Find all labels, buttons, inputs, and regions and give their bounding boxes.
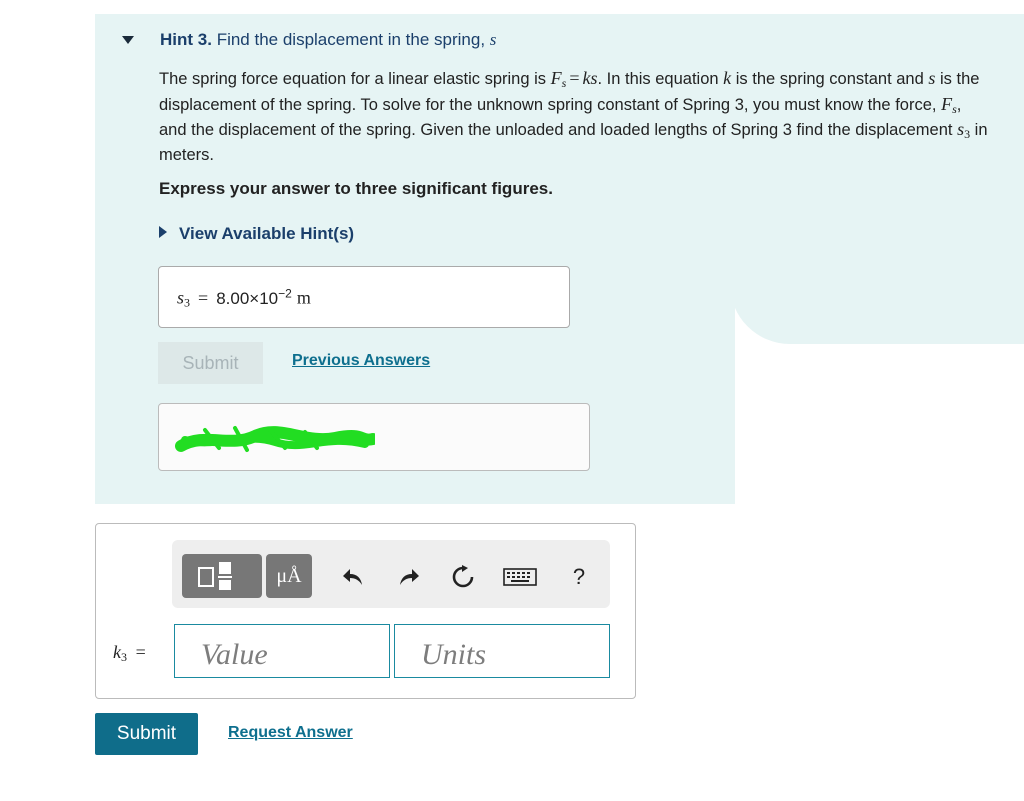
fraction-template-icon: [198, 562, 232, 590]
undo-icon[interactable]: [338, 562, 368, 592]
hint-title[interactable]: Hint 3. Find the displacement in the spr…: [160, 30, 496, 50]
var-s3: s3: [957, 119, 971, 141]
answer-expression: s3 = 8.00×10−2 m: [177, 286, 311, 311]
hint-submit-button: Submit: [158, 342, 263, 384]
answer-equals: =: [198, 287, 209, 308]
hint-body-text-3: is the spring constant and: [735, 70, 924, 88]
help-button[interactable]: ?: [564, 562, 594, 592]
view-hints-toggle[interactable]: View Available Hint(s): [159, 224, 354, 244]
expand-arrow-icon: [159, 226, 167, 238]
answer-mantissa: 8.00×10: [216, 288, 279, 308]
request-answer-link[interactable]: Request Answer: [228, 724, 353, 742]
submit-button[interactable]: Submit: [95, 713, 198, 755]
keyboard-icon[interactable]: [502, 562, 538, 592]
hint-body-text-2: . In this equation: [597, 70, 719, 88]
spring-force-equation: Fs = ks: [550, 68, 598, 90]
hint-body-text-1: The spring force equation for a linear e…: [159, 70, 547, 88]
hint-panel-extension: [730, 14, 1024, 344]
k3-subscript: 3: [121, 650, 127, 664]
previous-answer-box: s3 = 8.00×10−2 m: [158, 266, 570, 328]
collapse-caret-icon[interactable]: [122, 36, 134, 44]
answer-var-subscript: 3: [184, 295, 191, 310]
units-input[interactable]: [394, 624, 610, 678]
var-fs: Fs: [941, 93, 957, 116]
redo-icon[interactable]: [394, 562, 424, 592]
answer-var: s: [177, 287, 185, 308]
k3-label: k3 =: [113, 641, 149, 665]
feedback-box: [158, 403, 590, 471]
k3-equals: =: [135, 642, 146, 662]
math-toolbar: μÅ ?: [172, 540, 610, 608]
var-s: s: [928, 68, 936, 88]
hint-title-text: Find the displacement in the spring,: [216, 30, 486, 49]
value-input[interactable]: [174, 624, 390, 678]
answer-unit: m: [296, 287, 311, 308]
answer-value: 8.00×10−2: [216, 286, 292, 308]
var-k: k: [723, 68, 732, 88]
view-hints-label: View Available Hint(s): [179, 224, 355, 243]
hint-label: Hint 3.: [160, 30, 212, 49]
units-button[interactable]: μÅ: [266, 554, 312, 598]
answer-exponent: −2: [278, 286, 292, 300]
answer-input-panel: μÅ ? k3 =: [95, 523, 636, 699]
previous-answers-link[interactable]: Previous Answers: [292, 352, 430, 370]
redaction-scribble-stroke: [175, 426, 375, 452]
reset-icon[interactable]: [448, 562, 478, 592]
hint-title-var: s: [489, 30, 497, 49]
redaction-scribble: [175, 426, 375, 452]
hint-body: The spring force equation for a linear e…: [159, 68, 989, 165]
k3-var: k: [113, 642, 121, 662]
templates-button[interactable]: [182, 554, 262, 598]
instruction-text: Express your answer to three significant…: [159, 179, 553, 198]
